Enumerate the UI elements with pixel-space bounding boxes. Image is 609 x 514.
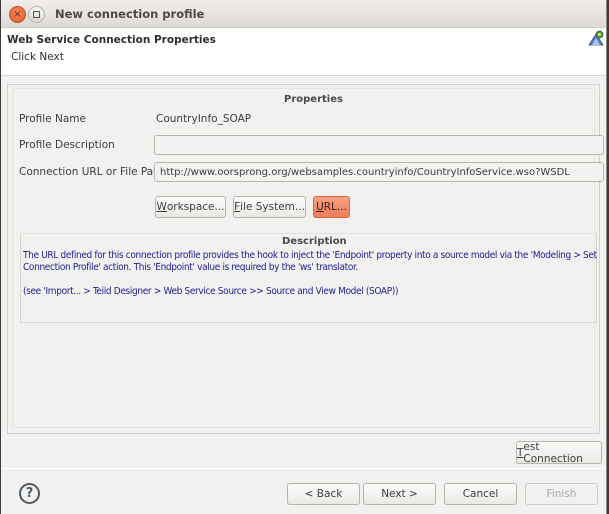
- close-button[interactable]: ×: [9, 6, 26, 23]
- profile-name-label: Profile Name: [19, 113, 86, 125]
- properties-group: Properties Profile Name CountryInfo_SOAP…: [12, 88, 604, 428]
- workspace-label: orkspace...: [166, 201, 225, 213]
- cancel-button[interactable]: Cancel: [444, 483, 517, 505]
- test-connection-button[interactable]: Test Connection: [516, 440, 602, 465]
- description-section-title: Description: [282, 236, 347, 247]
- page-title: Web Service Connection Properties: [7, 34, 216, 46]
- profile-description-input[interactable]: [154, 135, 604, 155]
- maximize-button[interactable]: [28, 6, 45, 23]
- window-title: New connection profile: [55, 7, 205, 21]
- profile-description-label: Profile Description: [19, 139, 115, 151]
- workspace-mnemonic: W: [156, 201, 167, 213]
- properties-section-title: Properties: [284, 94, 343, 105]
- connection-wizard-icon: [588, 30, 604, 46]
- back-button[interactable]: < Back: [287, 483, 360, 505]
- profile-name-value: CountryInfo_SOAP: [156, 113, 252, 125]
- dialog-window: × New connection profile Web Service Con…: [1, 0, 607, 514]
- connection-url-label: Connection URL or File Path: [19, 166, 164, 178]
- url-mnemonic: U: [316, 201, 324, 213]
- test-connection-label: est Connection: [523, 440, 583, 465]
- file-system-label: ile System...: [240, 201, 305, 213]
- description-paragraph-2: (see 'Import... > Teiid Designer > Web S…: [23, 286, 399, 297]
- next-button[interactable]: Next >: [363, 483, 436, 505]
- connection-url-input[interactable]: [154, 162, 604, 182]
- footer-separator: [1, 468, 606, 469]
- url-button[interactable]: U RL...: [313, 196, 350, 218]
- description-text: The URL defined for this connection prof…: [23, 250, 598, 310]
- finish-button: Finish: [525, 483, 598, 505]
- workspace-button[interactable]: Workspace...: [155, 196, 226, 218]
- description-paragraph-1: The URL defined for this connection prof…: [23, 250, 597, 273]
- maximize-icon: [33, 11, 40, 18]
- description-group: Description The URL defined for this con…: [20, 233, 597, 323]
- wizard-header: Web Service Connection Properties Click …: [1, 28, 606, 76]
- file-system-button[interactable]: File System...: [233, 196, 306, 218]
- help-icon[interactable]: ?: [19, 483, 40, 504]
- title-bar: × New connection profile: [1, 0, 606, 28]
- url-label: RL...: [323, 201, 347, 213]
- close-icon: ×: [13, 8, 22, 20]
- page-subtitle: Click Next: [11, 51, 64, 63]
- content-frame: Properties Profile Name CountryInfo_SOAP…: [7, 84, 604, 434]
